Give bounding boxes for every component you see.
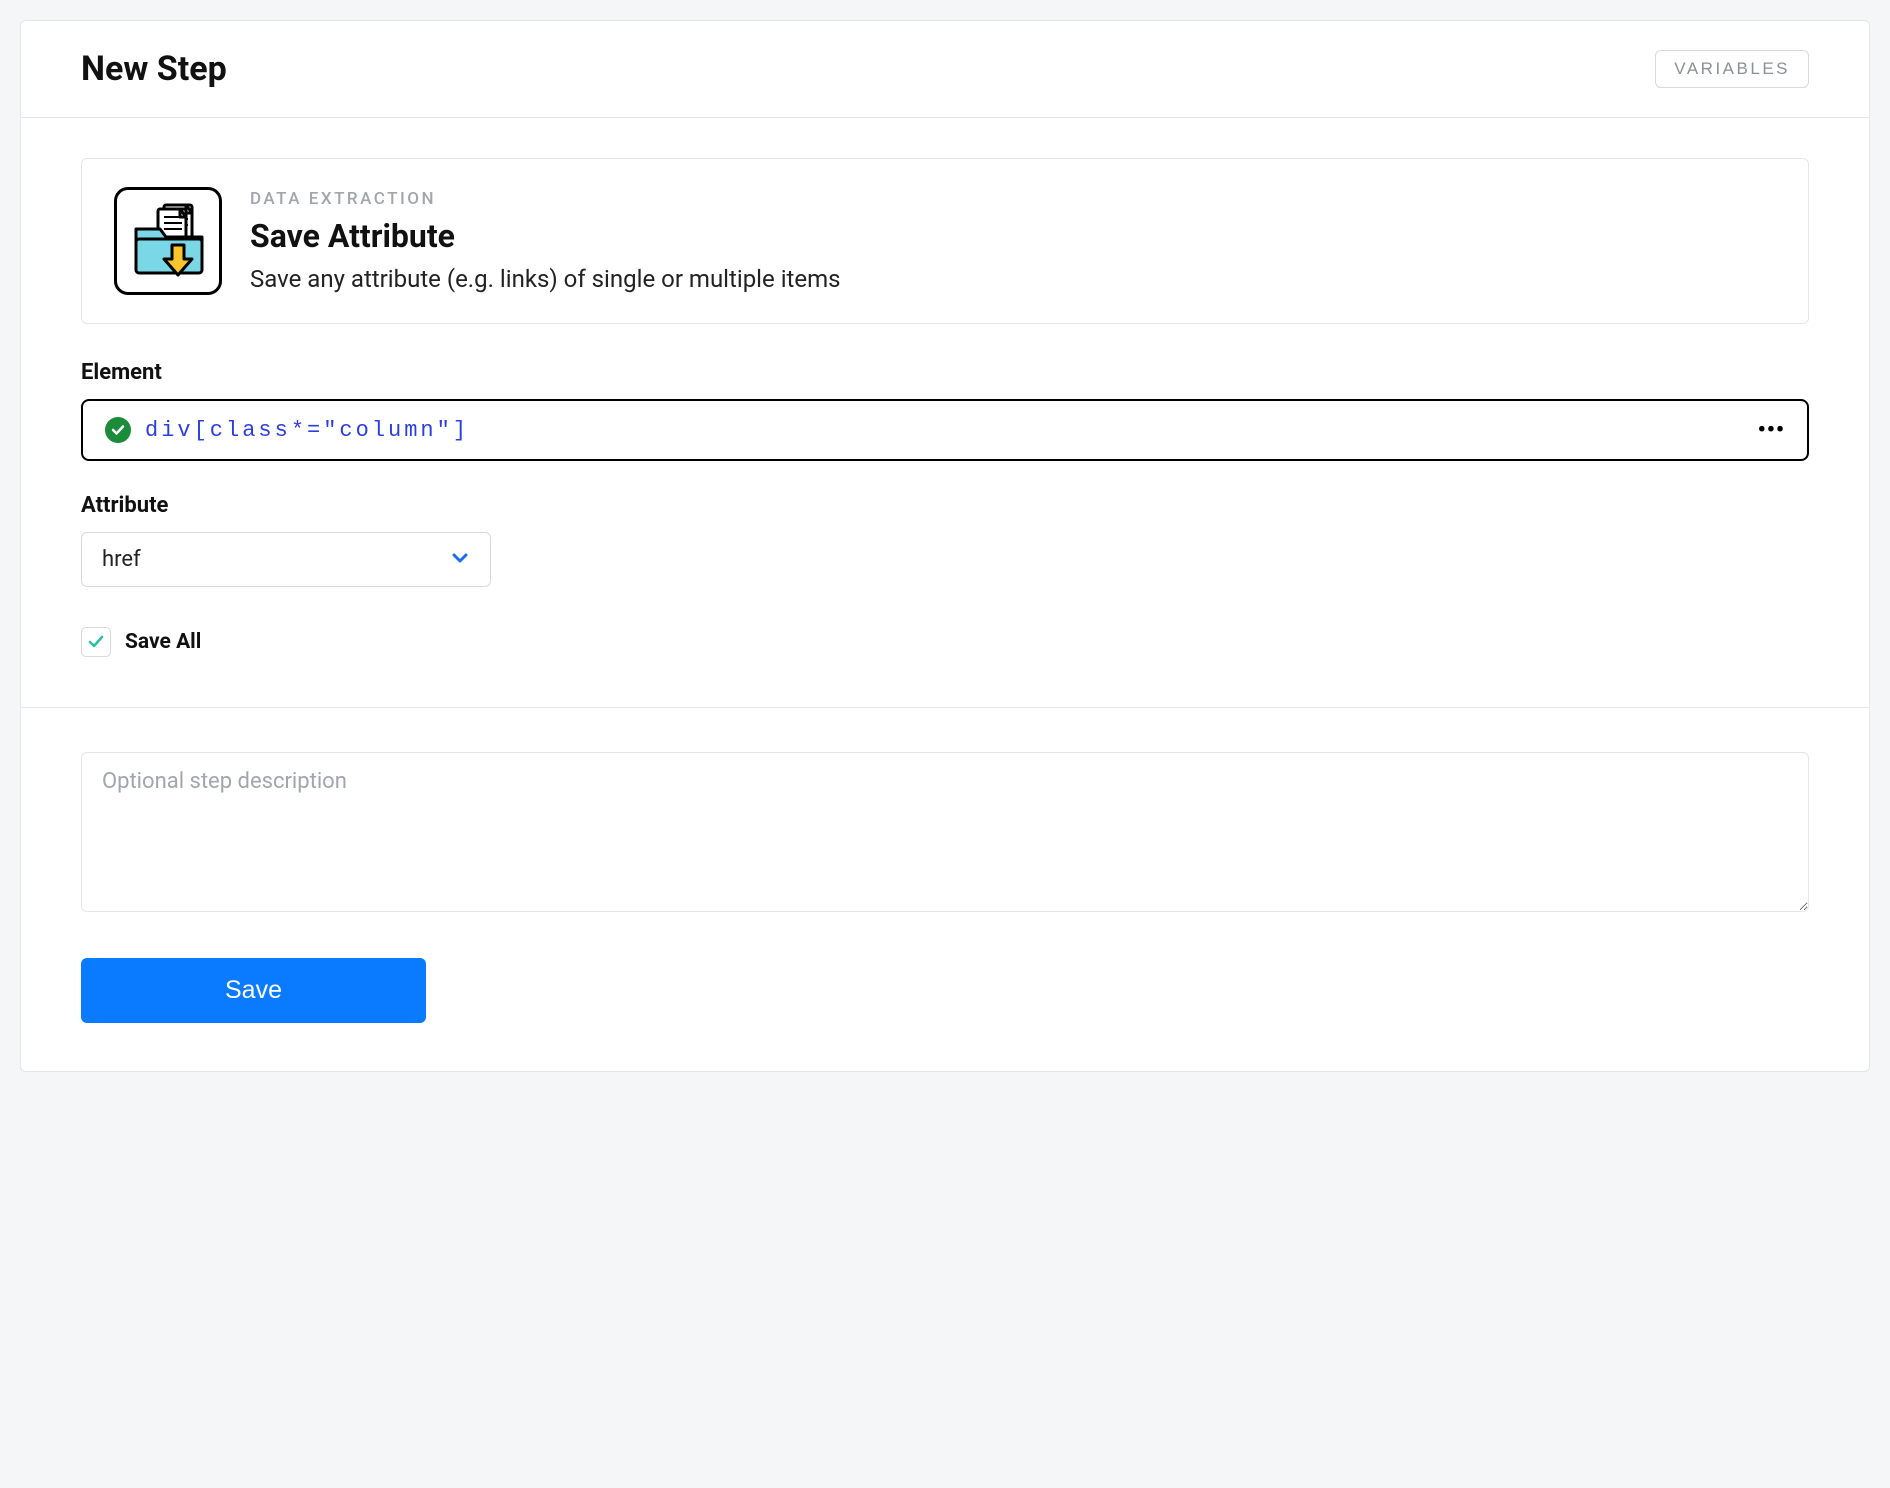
save-all-row: Save All <box>81 627 1809 657</box>
step-card-meta: DATA EXTRACTION Save Attribute Save any … <box>250 189 841 293</box>
step-panel: New Step VARIABLES <box>20 20 1870 1072</box>
panel-header: New Step VARIABLES <box>21 21 1869 118</box>
more-dots-icon[interactable]: ••• <box>1758 418 1785 443</box>
chevron-down-icon <box>450 548 470 572</box>
attribute-select[interactable]: href <box>81 532 491 587</box>
checkmark-circle-icon <box>105 417 131 443</box>
save-all-checkbox[interactable] <box>81 627 111 657</box>
panel-body: DATA EXTRACTION Save Attribute Save any … <box>21 118 1869 657</box>
element-label: Element <box>81 360 1809 385</box>
element-selector-value: div[class*="column"] <box>145 418 1744 443</box>
attribute-label: Attribute <box>81 493 1809 518</box>
save-button[interactable]: Save <box>81 958 426 1023</box>
description-textarea[interactable] <box>81 752 1809 912</box>
attribute-selected-value: href <box>102 547 141 572</box>
variables-button[interactable]: VARIABLES <box>1655 50 1809 88</box>
step-category: DATA EXTRACTION <box>250 189 841 209</box>
element-selector-field[interactable]: div[class*="column"] ••• <box>81 399 1809 461</box>
panel-footer: Save <box>21 707 1869 1071</box>
page-title: New Step <box>81 49 227 89</box>
step-description: Save any attribute (e.g. links) of singl… <box>250 265 841 293</box>
step-type-card: DATA EXTRACTION Save Attribute Save any … <box>81 158 1809 324</box>
folder-download-icon <box>114 187 222 295</box>
step-name: Save Attribute <box>250 217 841 255</box>
save-all-label: Save All <box>125 630 201 654</box>
